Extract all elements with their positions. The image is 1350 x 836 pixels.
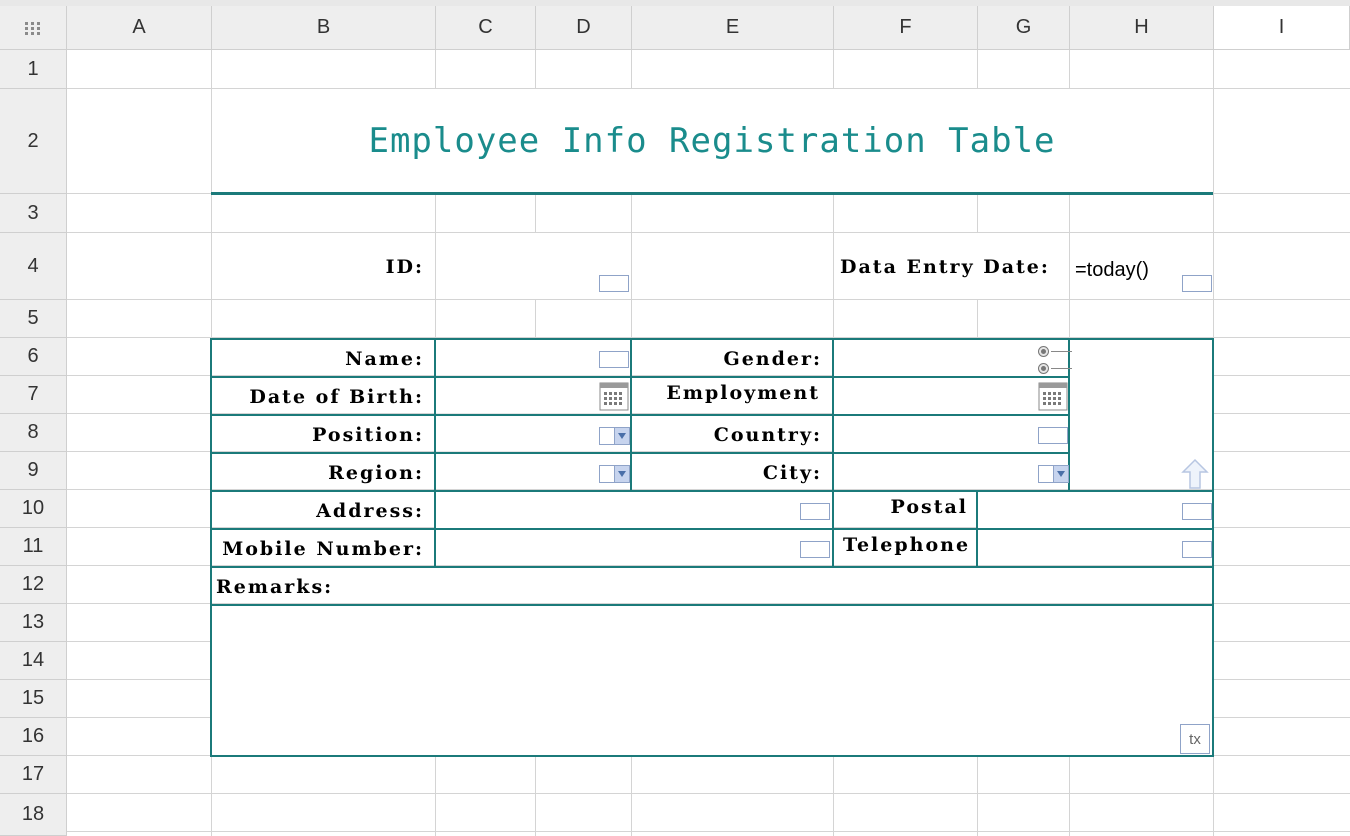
employment-calendar-icon[interactable] [1038, 381, 1068, 411]
country-input-widget[interactable] [1038, 427, 1068, 444]
entry-date-value: =today() [1075, 259, 1149, 281]
mobile-input-widget[interactable] [800, 541, 830, 558]
row-header-7[interactable]: 7 [0, 376, 67, 414]
row-header-9[interactable]: 9 [0, 452, 67, 490]
city-dropdown[interactable] [1038, 465, 1069, 483]
row-header-10[interactable]: 10 [0, 490, 67, 528]
gender-radio-female[interactable] [1038, 362, 1072, 374]
employment-label: Employment [666, 382, 820, 404]
region-dropdown[interactable] [599, 465, 630, 483]
row-header-1[interactable]: 1 [0, 50, 67, 89]
city-label: City: [762, 462, 822, 484]
name-input-widget[interactable] [599, 351, 629, 368]
grid-dots-icon [25, 21, 40, 35]
row-header-12[interactable]: 12 [0, 566, 67, 604]
column-header-e[interactable]: E [632, 6, 834, 50]
id-input-widget[interactable] [599, 275, 629, 292]
gender-radio-male[interactable] [1038, 345, 1072, 357]
postal-input-widget[interactable] [1182, 503, 1212, 520]
column-header-d[interactable]: D [536, 6, 632, 50]
row-header-14[interactable]: 14 [0, 642, 67, 680]
telephone-label: Telephone [843, 534, 971, 556]
row-header-8[interactable]: 8 [0, 414, 67, 452]
name-label: Name: [345, 348, 424, 370]
row-header-3[interactable]: 3 [0, 194, 67, 233]
id-label: ID: [385, 256, 424, 278]
page-title: Employee Info Registration Table [368, 121, 1056, 161]
position-dropdown[interactable] [599, 427, 630, 445]
entry-date-label: Data Entry Date: [840, 256, 1050, 278]
chevron-down-icon [614, 428, 629, 444]
column-header-a[interactable]: A [67, 6, 212, 50]
country-label: Country: [713, 424, 822, 446]
chevron-down-icon [614, 466, 629, 482]
row-header-2[interactable]: 2 [0, 89, 67, 194]
row-header-5[interactable]: 5 [0, 300, 67, 338]
position-label: Position: [312, 424, 424, 446]
region-label: Region: [328, 462, 424, 484]
dob-label: Date of Birth: [249, 386, 424, 408]
row-header-16[interactable]: 16 [0, 718, 67, 756]
remarks-label-cell[interactable] [212, 567, 1213, 603]
textarea-widget-icon[interactable]: tx [1180, 724, 1210, 754]
row-header-4[interactable]: 4 [0, 233, 67, 300]
upload-arrow-icon[interactable] [1180, 458, 1210, 490]
address-input-widget[interactable] [800, 503, 830, 520]
chevron-down-icon [1053, 466, 1068, 482]
dob-calendar-icon[interactable] [599, 381, 629, 411]
row-header-17[interactable]: 17 [0, 756, 67, 794]
postal-label: Postal [890, 496, 968, 518]
column-header-f[interactable]: F [834, 6, 978, 50]
merged-e4-cell[interactable] [632, 233, 833, 299]
remarks-input-cell[interactable] [212, 605, 1213, 756]
column-header-h[interactable]: H [1070, 6, 1214, 50]
row-header-11[interactable]: 11 [0, 528, 67, 566]
address-label: Address: [316, 500, 424, 522]
row-header-18[interactable]: 18 [0, 794, 67, 836]
column-header-c[interactable]: C [436, 6, 536, 50]
entry-date-input-widget[interactable] [1182, 275, 1212, 292]
telephone-input-widget[interactable] [1182, 541, 1212, 558]
remarks-label: Remarks: [216, 576, 334, 598]
title-underline [211, 192, 1213, 195]
column-header-b[interactable]: B [212, 6, 436, 50]
column-header-i[interactable]: I [1214, 6, 1350, 50]
select-all-corner[interactable] [0, 6, 67, 50]
row-header-13[interactable]: 13 [0, 604, 67, 642]
column-header-g[interactable]: G [978, 6, 1070, 50]
row-header-15[interactable]: 15 [0, 680, 67, 718]
gender-label: Gender: [723, 348, 822, 370]
row-header-6[interactable]: 6 [0, 338, 67, 376]
mobile-label: Mobile Number: [222, 538, 424, 560]
